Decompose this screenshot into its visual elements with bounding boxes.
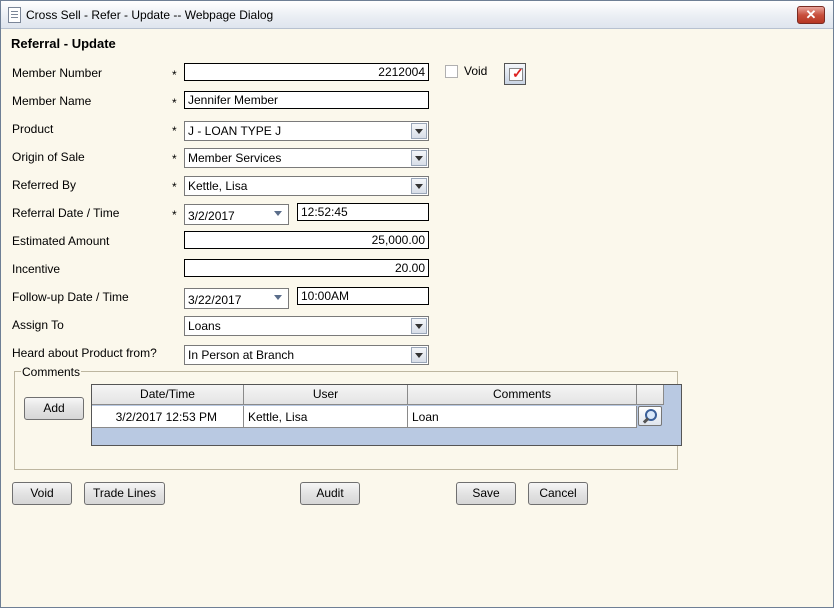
chevron-down-icon[interactable] [271, 290, 287, 306]
followup-date-value: 3/22/2017 [188, 293, 242, 307]
required-marker: * [172, 68, 177, 82]
save-button[interactable]: Save [456, 482, 516, 505]
incentive-input[interactable]: 20.00 [184, 259, 429, 277]
referred-by-select[interactable]: Kettle, Lisa [184, 176, 429, 196]
table-row-datetime[interactable]: 3/2/2017 12:53 PM [92, 406, 244, 428]
audit-button[interactable]: Audit [300, 482, 360, 505]
member-number-input[interactable]: 2212004 [184, 63, 429, 81]
incentive-label: Incentive [12, 262, 61, 276]
chevron-down-icon[interactable] [411, 178, 427, 194]
heard-about-select[interactable]: In Person at Branch [184, 345, 429, 365]
page-title: Referral - Update [11, 36, 116, 51]
product-select-value: J - LOAN TYPE J [188, 124, 282, 138]
referral-time-input[interactable]: 12:52:45 [297, 203, 429, 221]
followup-date-time-label: Follow-up Date / Time [12, 290, 129, 304]
required-marker: * [172, 180, 177, 194]
column-header-comments[interactable]: Comments [408, 385, 637, 405]
referral-date-time-label: Referral Date / Time [12, 206, 120, 220]
chevron-down-icon[interactable] [411, 150, 427, 166]
trade-lines-button[interactable]: Trade Lines [84, 482, 165, 505]
column-header-action [637, 385, 664, 405]
heard-about-value: In Person at Branch [188, 348, 295, 362]
origin-of-sale-value: Member Services [188, 151, 282, 165]
void-checkbox[interactable] [445, 65, 458, 78]
product-label: Product [12, 122, 54, 136]
estimated-amount-input[interactable]: 25,000.00 [184, 231, 429, 249]
table-row-user[interactable]: Kettle, Lisa [244, 406, 408, 428]
void-button[interactable]: Void [12, 482, 72, 505]
window-title: Cross Sell - Refer - Update -- Webpage D… [26, 8, 274, 22]
origin-of-sale-select[interactable]: Member Services [184, 148, 429, 168]
document-icon [8, 7, 21, 23]
member-name-label: Member Name [12, 94, 92, 108]
chevron-down-icon[interactable] [411, 318, 427, 334]
referred-by-label: Referred By [12, 178, 77, 192]
followup-date-picker[interactable]: 3/22/2017 [184, 288, 289, 309]
required-marker: * [172, 208, 177, 222]
column-header-user[interactable]: User [244, 385, 408, 405]
chevron-down-icon[interactable] [411, 347, 427, 363]
referral-date-value: 3/2/2017 [188, 209, 235, 223]
required-marker: * [172, 152, 177, 166]
column-header-datetime[interactable]: Date/Time [92, 385, 244, 405]
assign-to-value: Loans [188, 319, 221, 333]
view-comment-magnifier-icon[interactable] [638, 406, 662, 426]
assign-to-label: Assign To [12, 318, 64, 332]
origin-of-sale-label: Origin of Sale [12, 150, 85, 164]
referral-date-picker[interactable]: 3/2/2017 [184, 204, 289, 225]
validate-checklist-icon[interactable] [504, 63, 526, 85]
member-name-input[interactable]: Jennifer Member [184, 91, 429, 109]
comments-legend: Comments [21, 365, 82, 379]
void-checkbox-label: Void [464, 64, 488, 78]
close-button[interactable]: ✕ [797, 6, 825, 24]
chevron-down-icon[interactable] [411, 123, 427, 139]
required-marker: * [172, 96, 177, 110]
estimated-amount-label: Estimated Amount [12, 234, 110, 248]
dialog-window: Cross Sell - Refer - Update -- Webpage D… [0, 0, 834, 608]
heard-about-label: Heard about Product from? [12, 346, 157, 360]
comments-grid: Date/Time User Comments 3/2/2017 12:53 P… [91, 384, 682, 446]
chevron-down-icon[interactable] [271, 206, 287, 222]
title-bar[interactable]: Cross Sell - Refer - Update -- Webpage D… [1, 1, 833, 29]
product-select[interactable]: J - LOAN TYPE J [184, 121, 429, 141]
member-number-label: Member Number [12, 66, 103, 80]
assign-to-select[interactable]: Loans [184, 316, 429, 336]
cancel-button[interactable]: Cancel [528, 482, 588, 505]
add-comment-button[interactable]: Add [24, 397, 84, 420]
required-marker: * [172, 124, 177, 138]
referred-by-value: Kettle, Lisa [188, 179, 248, 193]
followup-time-input[interactable]: 10:00AM [297, 287, 429, 305]
table-row-comment[interactable]: Loan [408, 406, 637, 428]
